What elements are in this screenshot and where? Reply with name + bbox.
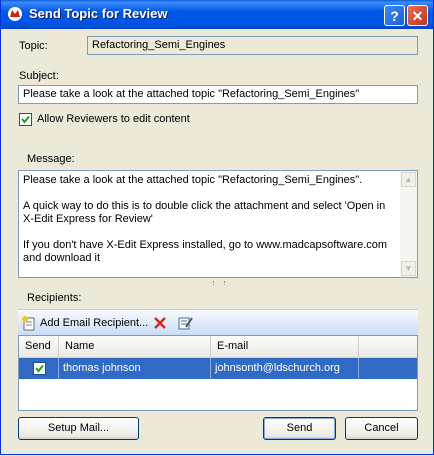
- column-header-name[interactable]: Name: [59, 336, 211, 357]
- help-button[interactable]: ?: [384, 5, 405, 26]
- table-row[interactable]: thomas johnson johnsonth@ldschurch.org: [19, 358, 417, 379]
- recipients-label: Recipients:: [27, 292, 82, 304]
- column-header-send[interactable]: Send: [19, 336, 59, 357]
- send-button[interactable]: Send: [263, 417, 336, 440]
- setup-mail-button[interactable]: Setup Mail...: [18, 417, 139, 440]
- scroll-down-icon[interactable]: ▼: [401, 261, 416, 276]
- add-recipient-icon: [22, 316, 35, 331]
- allow-edit-label: Allow Reviewers to edit content: [37, 113, 190, 125]
- recipients-toolbar: Add Email Recipient...: [18, 309, 418, 335]
- message-textarea[interactable]: Please take a look at the attached topic…: [18, 170, 418, 278]
- send-topic-dialog: Send Topic for Review ? ✕ Topic: Refacto…: [0, 0, 434, 455]
- recipients-grid[interactable]: Send Name E-mail thomas johnson johnsont…: [18, 335, 418, 411]
- add-email-recipient-button[interactable]: Add Email Recipient...: [21, 314, 148, 332]
- add-email-recipient-label: Add Email Recipient...: [40, 317, 149, 329]
- send-cell[interactable]: [19, 358, 59, 379]
- dialog-title: Send Topic for Review: [29, 6, 168, 21]
- message-paragraph: Please take a look at the attached topic…: [23, 174, 363, 186]
- recipient-name: thomas johnson: [59, 358, 211, 379]
- topic-field: Refactoring_Semi_Engines: [87, 36, 418, 55]
- madcap-app-icon: [8, 7, 22, 21]
- delete-recipient-button[interactable]: [153, 314, 167, 332]
- grid-header: Send Name E-mail: [19, 336, 417, 358]
- scroll-up-icon[interactable]: ▲: [401, 172, 416, 187]
- checkmark-icon: [35, 364, 44, 373]
- cancel-button[interactable]: Cancel: [345, 417, 418, 440]
- subject-input[interactable]: Please take a look at the attached topic…: [18, 85, 418, 104]
- message-text: Please take a look at the attached topic…: [23, 174, 397, 278]
- message-paragraph: A quick way to do this is to double clic…: [23, 200, 386, 225]
- delete-x-icon: [154, 317, 166, 329]
- message-scrollbar[interactable]: ▲ ▼: [400, 171, 417, 277]
- column-header-email[interactable]: E-mail: [211, 336, 359, 357]
- message-label: Message:: [27, 153, 75, 165]
- splitter-grip[interactable]: [213, 281, 225, 285]
- recipient-email: johnsonth@ldschurch.org: [211, 358, 359, 379]
- edit-recipient-button[interactable]: [177, 314, 193, 332]
- send-checkbox[interactable]: [33, 362, 46, 375]
- topic-label: Topic:: [19, 40, 48, 52]
- checkmark-icon: [21, 115, 30, 124]
- allow-edit-checkbox[interactable]: [19, 113, 32, 126]
- subject-label: Subject:: [19, 70, 59, 82]
- title-bar[interactable]: Send Topic for Review ? ✕: [1, 0, 433, 29]
- close-button[interactable]: ✕: [407, 5, 428, 26]
- message-paragraph: If you don't have X-Edit Express install…: [23, 239, 388, 264]
- edit-list-icon: [178, 317, 193, 330]
